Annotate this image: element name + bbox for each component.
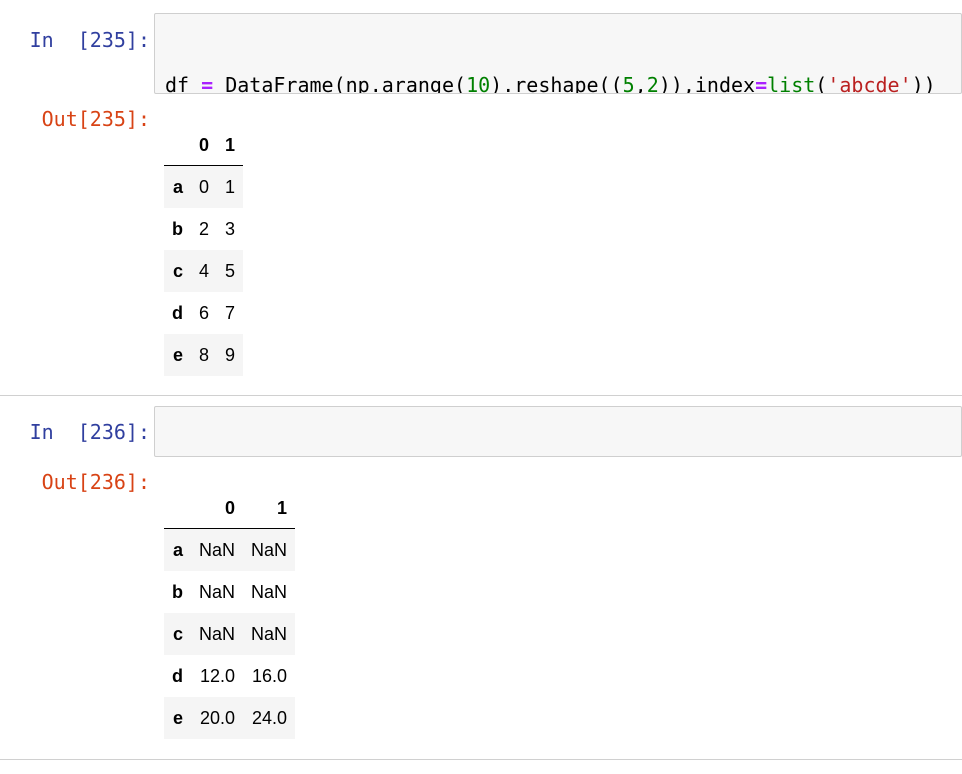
table-cell: NaN (251, 539, 288, 560)
table-cell: 0 (199, 176, 210, 197)
row-index: a (172, 176, 183, 197)
table-cell: 9 (225, 344, 236, 365)
table-row: d 12.0 16.0 (164, 655, 295, 697)
input-prompt: In [235]: (29, 28, 150, 52)
code-input-area[interactable]: df.rolling(4).sum() (154, 406, 962, 457)
table-cell: 5 (225, 260, 236, 281)
table-row: b 2 3 (164, 208, 243, 250)
cell-divider (0, 395, 962, 396)
table-row: c 4 5 (164, 250, 244, 292)
table-row: a NaN NaN (164, 528, 296, 571)
code-token: 2 (646, 73, 659, 94)
code-token: ( (815, 73, 828, 94)
row-index: a (172, 539, 183, 560)
code-token: = (201, 73, 214, 94)
code-token: )) (911, 73, 936, 94)
table-header-row: 0 1 (164, 125, 244, 166)
table-cell: 20.0 (199, 707, 236, 728)
code-token: 5 (622, 73, 635, 94)
output-prompt: Out[235]: (41, 107, 150, 131)
input-prompt: In [236]: (29, 420, 150, 444)
code-token: )),index (658, 73, 756, 94)
row-index: b (172, 581, 183, 602)
table-row: a 0 1 (164, 165, 244, 208)
table-row: c NaN NaN (164, 613, 296, 655)
table-cell: NaN (251, 623, 288, 644)
table-header-row: 0 1 (164, 488, 296, 529)
table-row: e 20.0 24.0 (164, 697, 296, 739)
dataframe-output: 0 1 a 0 1 b 2 3 c 4 5 d 6 7 e 8 9 (164, 125, 244, 376)
table-cell: 1 (225, 176, 236, 197)
code-token: list (767, 73, 816, 94)
table-cell: 24.0 (251, 707, 288, 728)
table-cell: NaN (199, 581, 236, 602)
row-index: e (172, 707, 183, 728)
row-index: d (172, 665, 183, 686)
table-cell: 8 (199, 344, 210, 365)
table-row: b NaN NaN (164, 571, 295, 613)
column-header: 0 (191, 125, 218, 166)
table-cell: 6 (199, 302, 210, 323)
column-header: 1 (243, 488, 296, 529)
code-token: df (165, 73, 190, 94)
output-prompt: Out[236]: (41, 470, 150, 494)
row-index: e (172, 344, 183, 365)
code-token: , (634, 73, 647, 94)
row-index: b (172, 218, 183, 239)
code-token: = (755, 73, 768, 94)
table-cell: 7 (225, 302, 236, 323)
table-row: e 8 9 (164, 334, 244, 376)
row-index: c (172, 623, 183, 644)
code-token: 'abcde' (827, 73, 912, 94)
code-token: ).reshape(( (490, 73, 623, 94)
table-cell: 16.0 (251, 665, 288, 686)
table-cell: 12.0 (199, 665, 236, 686)
row-index: c (172, 260, 183, 281)
index-header (164, 125, 191, 166)
table-cell: NaN (199, 539, 236, 560)
notebook: In [235]: df = DataFrame(np.arange(10).r… (0, 0, 962, 774)
table-cell: 2 (199, 218, 210, 239)
code-input-area[interactable]: df = DataFrame(np.arange(10).reshape((5,… (154, 13, 962, 94)
table-cell: NaN (199, 623, 236, 644)
table-cell: 4 (199, 260, 210, 281)
table-cell: NaN (251, 581, 288, 602)
column-header: 1 (217, 125, 244, 166)
table-row: d 6 7 (164, 292, 243, 334)
cell-divider (0, 759, 962, 760)
dataframe-output: 0 1 a NaN NaN b NaN NaN c NaN NaN d 12.0… (164, 488, 296, 739)
code-line: df = DataFrame(np.arange(10).reshape((5,… (165, 72, 951, 94)
index-header (164, 488, 191, 529)
code-token: 10 (466, 73, 491, 94)
column-header: 0 (191, 488, 244, 529)
row-index: d (172, 302, 183, 323)
table-cell: 3 (225, 218, 236, 239)
code-token: DataFrame(np.arange( (213, 73, 467, 94)
